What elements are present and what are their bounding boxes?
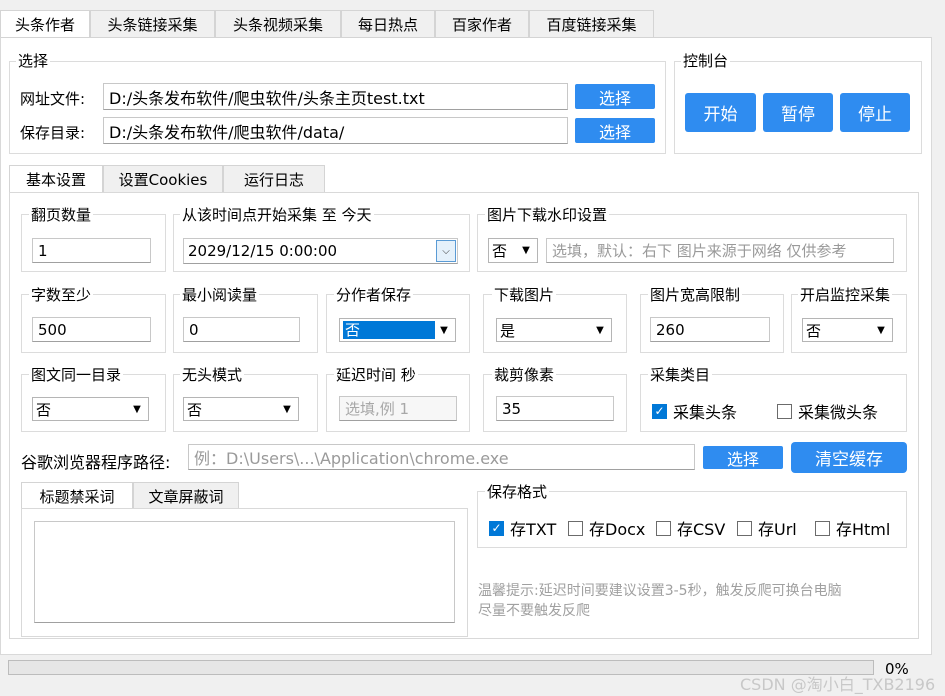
tip-line-2: 尽量不要触发反爬 xyxy=(478,603,590,619)
checkbox-empty-icon xyxy=(656,520,671,536)
image-size-input[interactable]: 260 xyxy=(650,317,770,342)
chrome-path-input[interactable]: 例：D:\Users\...\Application\chrome.exe xyxy=(188,444,695,470)
chrome-path-label: 谷歌浏览器程序路径: xyxy=(21,453,171,472)
same-dir-select[interactable]: 否 ▼ xyxy=(32,397,149,421)
dropdown-arrow-icon: ▼ xyxy=(133,403,141,415)
url-file-label: 网址文件: xyxy=(20,90,86,108)
same-dir-title: 图文同一目录 xyxy=(29,366,124,384)
tip-line-1: 温馨提示:延迟时间要建议设置3-5秒，触发反爬可换台电脑 xyxy=(478,583,842,599)
tab-baidu-link[interactable]: 百度链接采集 xyxy=(529,10,654,37)
checkbox-empty-icon xyxy=(777,403,792,419)
monitor-select[interactable]: 否 ▼ xyxy=(802,318,893,342)
checkbox-empty-icon xyxy=(568,520,583,536)
crop-input[interactable]: 35 xyxy=(496,396,614,421)
page-count-title: 翻页数量 xyxy=(29,206,94,224)
top-tab-bar: 头条作者 头条链接采集 头条视频采集 每日热点 百家作者 百度链接采集 xyxy=(0,10,654,37)
tab-baijia-author[interactable]: 百家作者 xyxy=(435,10,529,37)
delay-title: 延迟时间 秒 xyxy=(334,366,418,384)
save-dir-label: 保存目录: xyxy=(20,124,86,142)
save-docx-checkbox[interactable]: 存Docx xyxy=(568,516,645,540)
select-group-title: 选择 xyxy=(16,52,51,70)
checkmark-icon: ✓ xyxy=(652,403,667,419)
save-dir-input[interactable]: D:/头条发布软件/爬虫软件/data/ xyxy=(103,117,568,144)
chevron-down-icon[interactable]: ⌵ xyxy=(436,240,456,262)
start-time-value: 2029/12/15 0:00:00 xyxy=(188,242,338,260)
dropdown-arrow-icon: ▼ xyxy=(522,245,530,256)
category-toutiao-checkbox[interactable]: ✓ 采集头条 xyxy=(652,399,737,423)
page-count-input[interactable]: 1 xyxy=(32,238,151,263)
dropdown-arrow-icon: ▼ xyxy=(283,403,291,415)
save-format-title: 保存格式 xyxy=(485,483,550,501)
stop-button[interactable]: 停止 xyxy=(840,93,910,132)
pause-button[interactable]: 暂停 xyxy=(763,93,833,132)
watermark-select[interactable]: 否 ▼ xyxy=(488,238,538,263)
tab-title-banned-words[interactable]: 标题禁采词 xyxy=(21,482,133,509)
dropdown-arrow-icon: ▼ xyxy=(440,324,448,336)
choose-chrome-button[interactable]: 选择 xyxy=(703,446,783,469)
min-reads-title: 最小阅读量 xyxy=(180,286,260,304)
dropdown-arrow-icon: ▼ xyxy=(596,324,604,336)
tab-toutiao-video[interactable]: 头条视频采集 xyxy=(215,10,341,37)
tab-article-blocked-words[interactable]: 文章屏蔽词 xyxy=(133,482,239,509)
min-reads-input[interactable]: 0 xyxy=(183,317,300,342)
per-author-title: 分作者保存 xyxy=(334,286,414,304)
delay-input[interactable]: 选填,例 1 xyxy=(339,396,457,421)
clear-cache-button[interactable]: 清空缓存 xyxy=(791,442,907,473)
checkmark-icon: ✓ xyxy=(489,520,504,536)
tab-run-log[interactable]: 运行日志 xyxy=(223,165,325,193)
start-button[interactable]: 开始 xyxy=(685,93,756,132)
save-csv-checkbox[interactable]: 存CSV xyxy=(656,516,725,540)
tab-toutiao-link[interactable]: 头条链接采集 xyxy=(90,10,215,37)
min-chars-input[interactable]: 500 xyxy=(32,317,151,342)
tab-daily-hot[interactable]: 每日热点 xyxy=(341,10,435,37)
url-file-input[interactable]: D:/头条发布软件/爬虫软件/头条主页test.txt xyxy=(103,83,568,110)
save-html-checkbox[interactable]: 存Html xyxy=(815,516,890,540)
min-chars-title: 字数至少 xyxy=(29,286,94,304)
settings-tab-bar: 基本设置 设置Cookies 运行日志 xyxy=(9,165,325,193)
save-txt-checkbox[interactable]: ✓ 存TXT xyxy=(489,516,556,540)
image-size-title: 图片宽高限制 xyxy=(648,286,743,304)
watermark-title: 图片下载水印设置 xyxy=(485,206,610,224)
tab-toutiao-author[interactable]: 头条作者 xyxy=(0,10,90,37)
checkbox-empty-icon xyxy=(815,520,830,536)
download-images-title: 下载图片 xyxy=(492,286,557,304)
headless-select[interactable]: 否 ▼ xyxy=(183,397,299,421)
category-weitoutiao-checkbox[interactable]: 采集微头条 xyxy=(777,399,878,423)
crop-title: 裁剪像素 xyxy=(492,366,557,384)
dropdown-arrow-icon: ▼ xyxy=(877,324,885,336)
tab-set-cookies[interactable]: 设置Cookies xyxy=(103,165,223,193)
download-images-select[interactable]: 是 ▼ xyxy=(496,318,612,342)
checkbox-empty-icon xyxy=(737,520,752,536)
start-time-picker[interactable]: 2029/12/15 0:00:00 ⌵ xyxy=(183,238,458,264)
choose-url-file-button[interactable]: 选择 xyxy=(575,84,655,109)
banned-words-textarea[interactable] xyxy=(34,521,455,623)
choose-save-dir-button[interactable]: 选择 xyxy=(575,118,655,143)
headless-title: 无头模式 xyxy=(180,366,245,384)
per-author-select[interactable]: 否 ▼ xyxy=(339,318,456,342)
monitor-title: 开启监控采集 xyxy=(798,286,893,304)
save-url-checkbox[interactable]: 存Url xyxy=(737,516,797,540)
csdn-watermark: CSDN @淘小白_TXB2196 xyxy=(740,675,936,694)
console-group-title: 控制台 xyxy=(681,52,731,70)
tab-basic-settings[interactable]: 基本设置 xyxy=(9,165,103,193)
category-title: 采集类目 xyxy=(648,366,713,384)
start-time-title: 从该时间点开始采集 至 今天 xyxy=(180,206,374,224)
word-tab-bar: 标题禁采词 文章屏蔽词 xyxy=(21,482,239,509)
watermark-input[interactable]: 选填，默认：右下 图片来源于网络 仅供参考 xyxy=(546,238,894,263)
